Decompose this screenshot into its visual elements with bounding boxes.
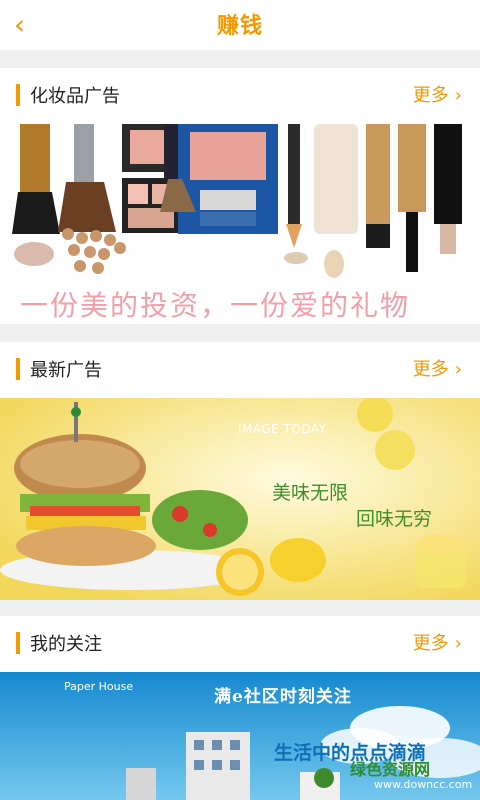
section-title: 最新广告 xyxy=(30,360,102,381)
chevron-right-icon: › xyxy=(454,359,462,380)
section-header-latest: 最新广告 更多 › xyxy=(0,342,480,398)
accent-bar xyxy=(16,84,20,106)
banner-line-2: 回味无穷 xyxy=(356,508,433,530)
banner-line-1: 满e社区时刻关注 xyxy=(214,687,352,707)
community-banner[interactable]: Paper House 满e社区时刻关注 生活中的点点滴滴 绿色资源网 www.… xyxy=(0,672,480,800)
banner-line-1: 美味无限 xyxy=(272,482,349,504)
cosmetics-banner[interactable]: 一份美的投资，一份爱的礼物 xyxy=(0,124,480,324)
top-bar: ‹ 赚钱 xyxy=(0,0,480,50)
more-link[interactable]: 更多 › xyxy=(413,629,462,655)
page-title: 赚钱 xyxy=(216,14,263,39)
food-banner[interactable]: IMAGE TODAY 美味无限 回味无穷 xyxy=(0,398,480,600)
more-link[interactable]: 更多 › xyxy=(413,81,462,107)
section-header-following: 我的关注 更多 › xyxy=(0,616,480,672)
section-header-cosmetics: 化妆品广告 更多 › xyxy=(0,68,480,124)
accent-bar xyxy=(16,358,20,380)
accent-bar xyxy=(16,632,20,654)
section-title: 化妆品广告 xyxy=(30,86,120,107)
section-title: 我的关注 xyxy=(30,634,102,655)
banner-brand: Paper House xyxy=(64,680,134,693)
more-link[interactable]: 更多 › xyxy=(413,355,462,381)
banner-slogan: 一份美的投资，一份爱的礼物 xyxy=(20,289,411,322)
chevron-right-icon: › xyxy=(454,85,462,106)
watermark-site: 绿色资源网 xyxy=(350,760,431,779)
banner-heading: IMAGE TODAY xyxy=(238,422,327,436)
chevron-right-icon: › xyxy=(454,633,462,654)
watermark-url: www.downcc.com xyxy=(374,778,473,791)
